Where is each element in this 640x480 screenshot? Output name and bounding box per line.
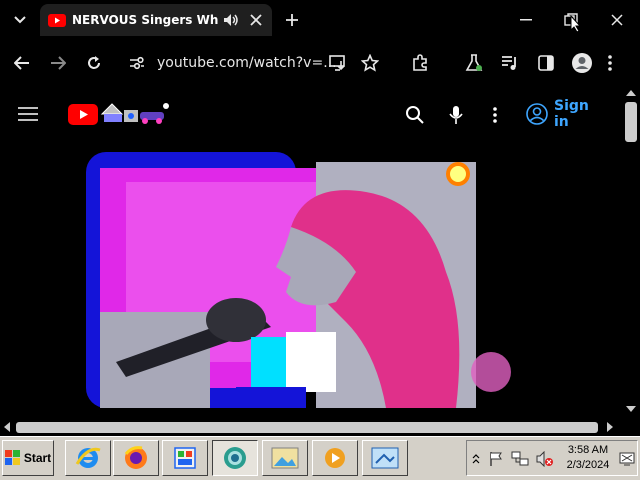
video-player[interactable] xyxy=(86,152,516,408)
firefox-icon xyxy=(122,444,150,472)
hamburger-menu-icon[interactable] xyxy=(17,104,39,124)
taskbar-control-panel[interactable] xyxy=(162,440,208,476)
search-icon[interactable] xyxy=(404,104,426,126)
more-options-icon[interactable] xyxy=(486,104,504,126)
tab-audio-icon[interactable] xyxy=(222,11,240,29)
browser-menu-icon[interactable] xyxy=(600,53,620,73)
tray-expand-icon[interactable] xyxy=(470,452,482,466)
action-center-flag-icon[interactable] xyxy=(488,450,504,468)
scroll-left-arrow-icon[interactable] xyxy=(4,422,10,432)
extensions-icon[interactable] xyxy=(410,53,430,73)
labs-flask-icon[interactable] xyxy=(464,53,484,73)
video-frame-image xyxy=(86,152,516,408)
media-control-icon[interactable] xyxy=(500,53,520,73)
media-player-icon xyxy=(321,444,349,472)
site-info-icon[interactable] xyxy=(128,54,146,72)
forward-icon[interactable] xyxy=(48,53,68,73)
horizontal-scroll-thumb[interactable] xyxy=(16,422,598,433)
show-desktop-icon[interactable] xyxy=(618,450,636,468)
youtube-doodle-icon[interactable] xyxy=(100,100,170,126)
start-label: Start xyxy=(23,451,52,465)
close-window-icon[interactable] xyxy=(607,10,627,30)
new-tab-icon[interactable] xyxy=(282,10,302,30)
scroll-down-arrow-icon[interactable] xyxy=(626,406,636,412)
volume-muted-icon[interactable] xyxy=(535,450,555,468)
reload-icon[interactable] xyxy=(84,53,104,73)
youtube-favicon-icon xyxy=(48,13,66,27)
internet-explorer-icon xyxy=(74,444,102,472)
vertical-scroll-thumb[interactable] xyxy=(625,102,637,142)
back-icon[interactable] xyxy=(12,53,32,73)
control-panel-icon xyxy=(171,444,199,472)
tab-search-chevron-icon[interactable] xyxy=(10,10,30,30)
address-bar[interactable]: youtube.com/watch?v=... xyxy=(157,53,337,73)
mouse-cursor-icon xyxy=(569,14,583,34)
taskbar-internet-explorer[interactable] xyxy=(65,440,111,476)
minimize-icon[interactable] xyxy=(516,10,536,30)
taskbar-clock[interactable]: 3:58 AM 2/3/2024 xyxy=(560,443,616,473)
install-app-icon[interactable] xyxy=(328,53,348,73)
taskbar-firefox[interactable] xyxy=(113,440,159,476)
taskbar-image-viewer[interactable] xyxy=(262,440,308,476)
scroll-right-arrow-icon[interactable] xyxy=(607,422,613,432)
bookmark-star-icon[interactable] xyxy=(360,53,380,73)
tab-title: NERVOUS Singers Who SH xyxy=(72,13,218,27)
scroll-up-arrow-icon[interactable] xyxy=(626,90,636,96)
account-circle-icon xyxy=(526,103,548,125)
sign-in-label: Sign in xyxy=(554,98,589,130)
chrome-icon xyxy=(221,444,249,472)
sign-in-button[interactable]: Sign in xyxy=(526,98,604,130)
windows-logo-icon xyxy=(4,450,21,466)
taskbar-chrome-active[interactable] xyxy=(212,440,258,476)
clock-time: 3:58 AM xyxy=(567,444,609,456)
horizontal-scrollbar[interactable] xyxy=(0,418,640,436)
network-app-icon xyxy=(370,445,400,471)
taskbar-media-player[interactable] xyxy=(312,440,358,476)
taskbar-network-app[interactable] xyxy=(362,440,408,476)
image-viewer-icon xyxy=(270,445,300,471)
side-panel-icon[interactable] xyxy=(536,53,556,73)
youtube-logo-icon[interactable] xyxy=(68,103,98,125)
profile-avatar-icon[interactable] xyxy=(570,51,594,75)
start-button[interactable]: Start xyxy=(2,440,54,476)
vertical-scrollbar[interactable] xyxy=(622,86,640,418)
clock-date: 2/3/2024 xyxy=(566,459,610,471)
tab-close-icon[interactable] xyxy=(247,11,265,29)
network-icon[interactable] xyxy=(510,450,530,468)
microphone-icon[interactable] xyxy=(446,104,466,126)
